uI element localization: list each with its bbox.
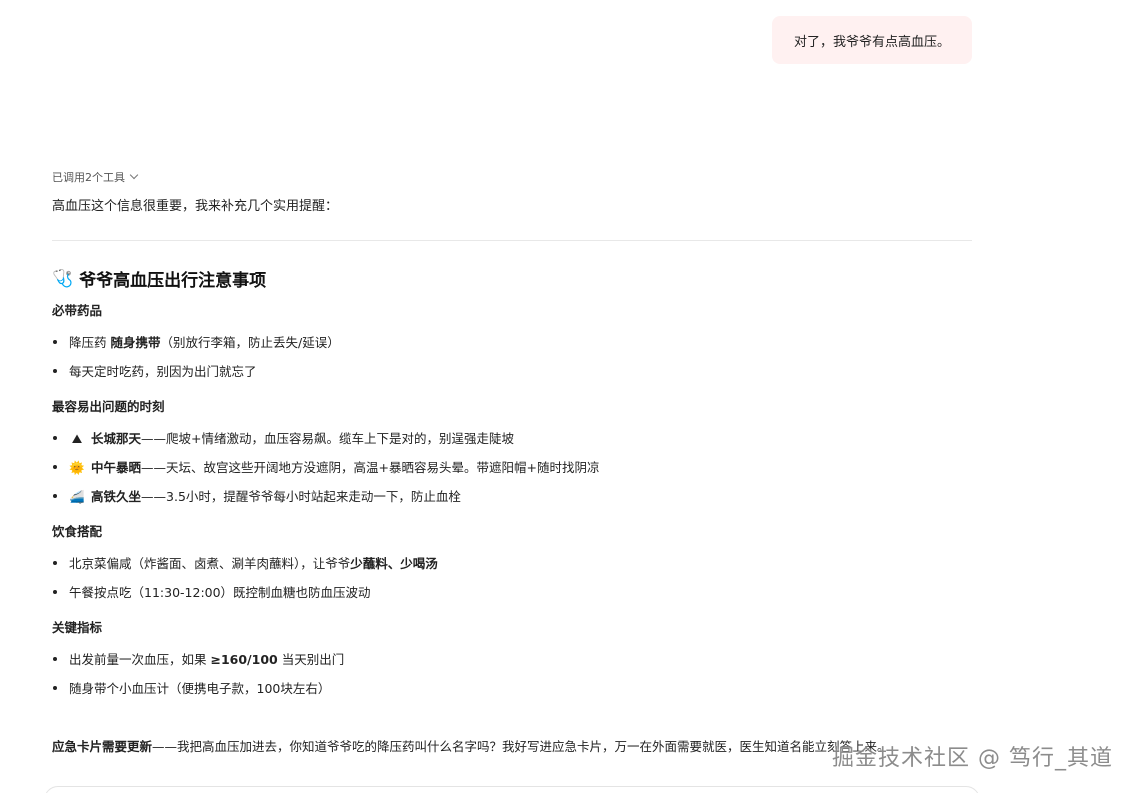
section-title-text: 爷爷高血压出行注意事项 — [79, 271, 267, 291]
item-text: ——天坛、故宫这些开阔地方没遮阴，高温+暴晒容易头晕。带遮阳帽+随时找阴凉 — [141, 460, 600, 475]
tool-calls-toggle[interactable]: 已调用2个工具 — [52, 169, 139, 185]
mountain-icon: ⛰ — [71, 431, 83, 446]
group-title: 必带药品 — [52, 303, 103, 318]
list-item: 每天定时吃药，别因为出门就忘了 — [52, 357, 982, 386]
list-item: 出发前量一次血压，如果 ≥160/100 当天别出门 — [52, 645, 982, 674]
chat-page: 对了，我爷爷有点高血压。 已调用2个工具 高血压这个信息很重要，我来补充几个实用… — [0, 0, 1137, 793]
stethoscope-icon: 🩺 — [52, 268, 74, 289]
train-icon: 🚄 — [69, 489, 85, 504]
list: 出发前量一次血压，如果 ≥160/100 当天别出门 随身带个小血压计（便携电子… — [52, 645, 982, 703]
group-diet: 饮食搭配 北京菜偏咸（炸酱面、卤煮、涮羊肉蘸料），让爷爷少蘸料、少喝汤 午餐按点… — [52, 521, 982, 607]
item-text: ——3.5小时，提醒爷爷每小时站起来走动一下，防止血栓 — [141, 489, 461, 504]
item-bold: 中午暴晒 — [91, 460, 142, 475]
list-item: 降压药 随身携带（别放行李箱，防止丢失/延误） — [52, 328, 982, 357]
group-title: 饮食搭配 — [52, 524, 103, 539]
item-text: 每天定时吃药，别因为出门就忘了 — [69, 364, 257, 379]
list-item: 随身带个小血压计（便携电子款，100块左右） — [52, 674, 982, 703]
item-bold: ≥160/100 — [210, 652, 278, 667]
chevron-down-icon — [129, 170, 139, 180]
group-key-metrics: 关键指标 出发前量一次血压，如果 ≥160/100 当天别出门 随身带个小血压计… — [52, 617, 982, 703]
item-bold: 长城那天 — [91, 431, 142, 446]
group-risk-moments: 最容易出问题的时刻 ⛰ 长城那天——爬坡+情绪激动，血压容易飙。缆车上下是对的，别… — [52, 396, 982, 511]
item-bold: 随身携带 — [110, 335, 161, 350]
group-title: 最容易出问题的时刻 — [52, 399, 165, 414]
divider — [52, 240, 972, 241]
item-text: 降压药 — [69, 335, 111, 350]
message-composer[interactable] — [44, 786, 980, 793]
item-text: 午餐按点吃（11:30-12:00）既控制血糖也防血压波动 — [69, 585, 371, 600]
group-medicine: 必带药品 降压药 随身携带（别放行李箱，防止丢失/延误） 每天定时吃药，别因为出… — [52, 300, 982, 386]
list: 北京菜偏咸（炸酱面、卤煮、涮羊肉蘸料），让爷爷少蘸料、少喝汤 午餐按点吃（11:… — [52, 549, 982, 607]
final-bold: 应急卡片需要更新 — [52, 739, 153, 754]
item-text: 当天别出门 — [277, 652, 345, 667]
item-text: 出发前量一次血压，如果 — [69, 652, 211, 667]
section-title: 🩺 爷爷高血压出行注意事项 — [52, 266, 267, 292]
user-message-bubble: 对了，我爷爷有点高血压。 — [772, 16, 972, 64]
item-text: 北京菜偏咸（炸酱面、卤煮、涮羊肉蘸料），让爷爷 — [69, 556, 351, 571]
item-text: （别放行李箱，防止丢失/延误） — [160, 335, 340, 350]
item-text: ——爬坡+情绪激动，血压容易飙。缆车上下是对的，别逞强走陡坡 — [141, 431, 514, 446]
list-item: 🚄 高铁久坐——3.5小时，提醒爷爷每小时站起来走动一下，防止血栓 — [52, 482, 982, 511]
group-title: 关键指标 — [52, 620, 103, 635]
list-item: 午餐按点吃（11:30-12:00）既控制血糖也防血压波动 — [52, 578, 982, 607]
tool-calls-label: 已调用2个工具 — [52, 171, 125, 184]
assistant-intro: 高血压这个信息很重要，我来补充几个实用提醒： — [52, 199, 339, 214]
final-text: ——我把高血压加进去，你知道爷爷吃的降压药叫什么名字吗？我好写进应急卡片，万一在… — [152, 739, 890, 754]
assistant-content: 必带药品 降压药 随身携带（别放行李箱，防止丢失/延误） 每天定时吃药，别因为出… — [52, 300, 982, 713]
list-item: 北京菜偏咸（炸酱面、卤煮、涮羊肉蘸料），让爷爷少蘸料、少喝汤 — [52, 549, 982, 578]
sun-icon: 🌞 — [69, 460, 85, 475]
item-bold: 高铁久坐 — [91, 489, 142, 504]
user-message-text: 对了，我爷爷有点高血压。 — [793, 34, 950, 50]
list-item: ⛰ 长城那天——爬坡+情绪激动，血压容易飙。缆车上下是对的，别逞强走陡坡 — [52, 424, 982, 453]
list: ⛰ 长城那天——爬坡+情绪激动，血压容易飙。缆车上下是对的，别逞强走陡坡 🌞 中午暴… — [52, 424, 982, 511]
item-text: 随身带个小血压计（便携电子款，100块左右） — [69, 681, 331, 696]
list: 降压药 随身携带（别放行李箱，防止丢失/延误） 每天定时吃药，别因为出门就忘了 — [52, 328, 982, 386]
item-bold: 少蘸料、少喝汤 — [350, 556, 438, 571]
watermark: 掘金技术社区 @ 笃行_其道 — [832, 746, 1113, 771]
list-item: 🌞 中午暴晒——天坛、故宫这些开阔地方没遮阴，高温+暴晒容易头晕。带遮阳帽+随时找… — [52, 453, 982, 482]
